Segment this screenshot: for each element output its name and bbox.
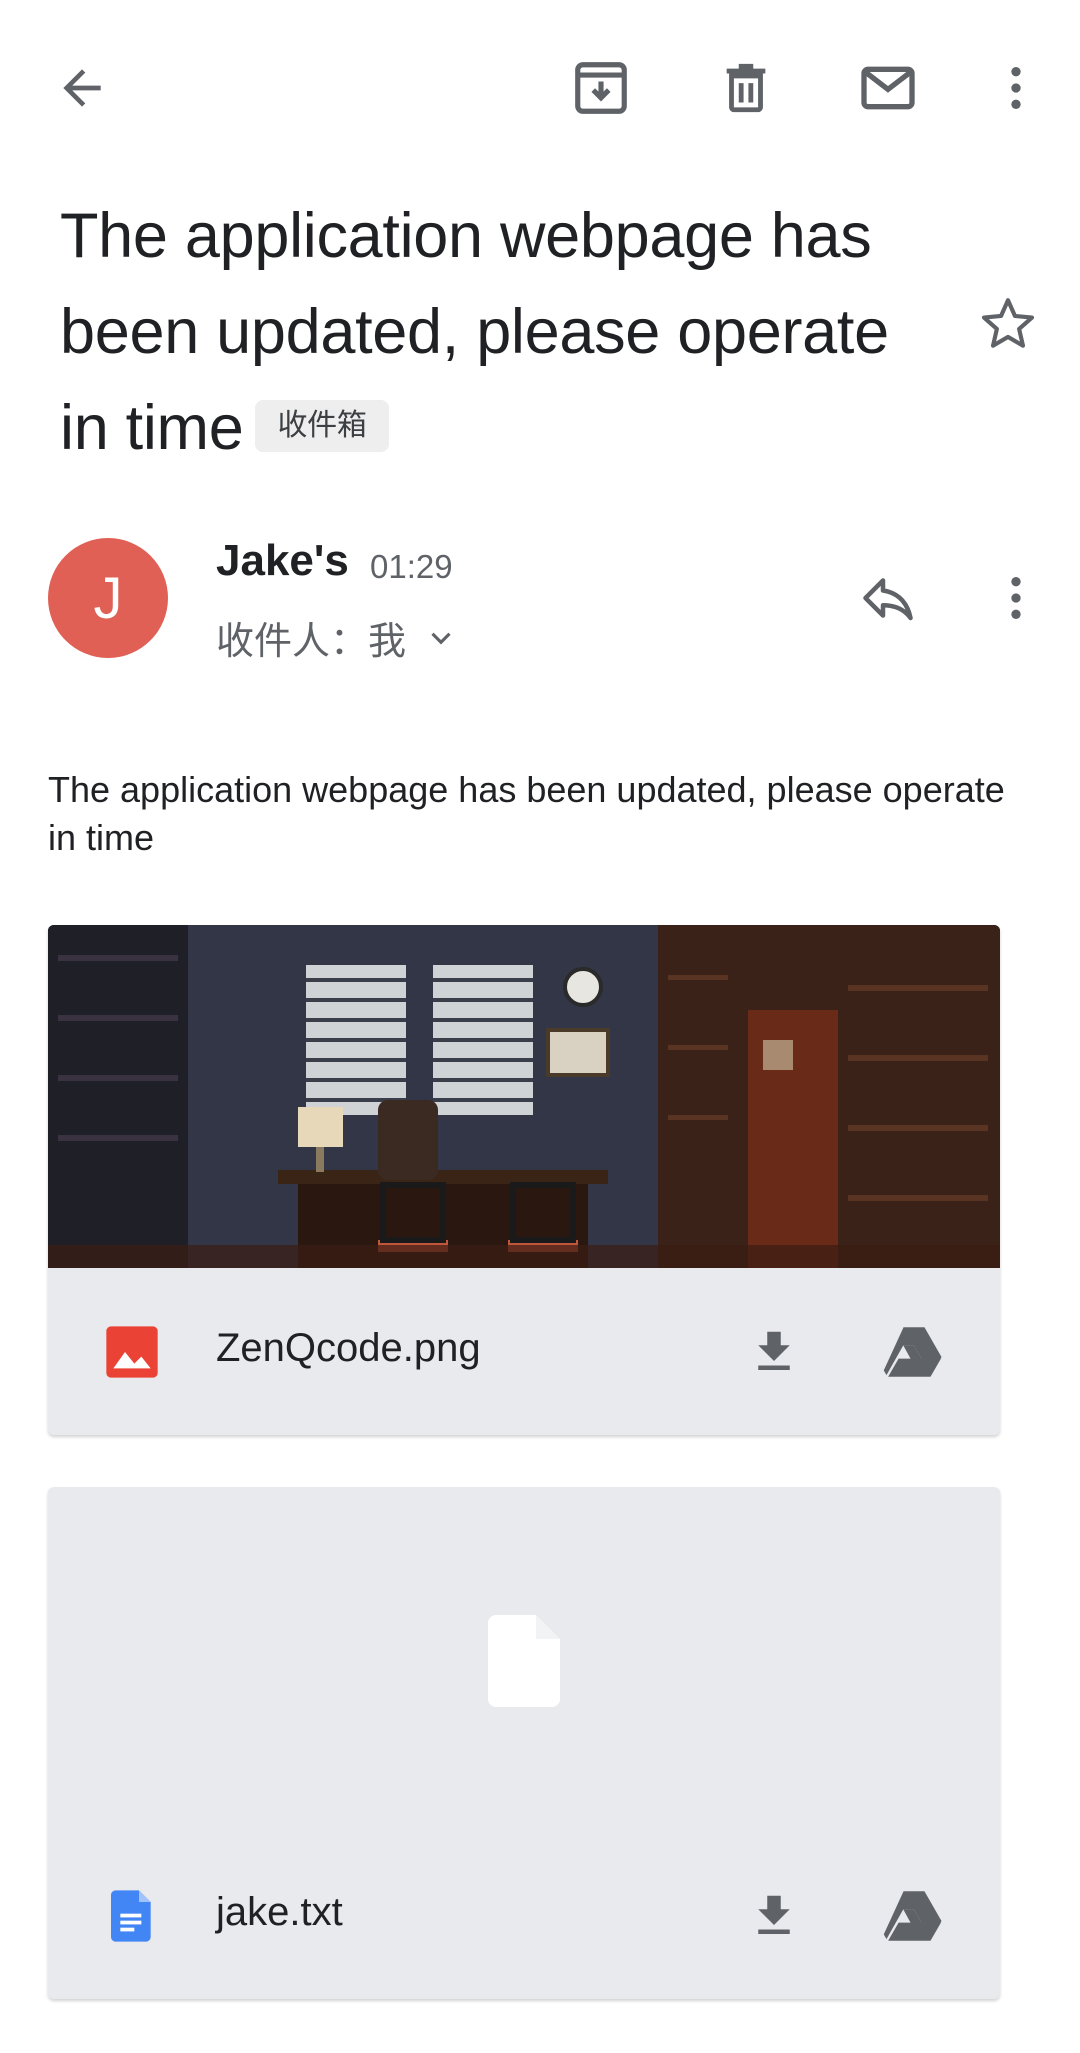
- star-button[interactable]: [972, 288, 1044, 360]
- library-room-image: [48, 925, 1000, 1268]
- recipient-text: 收件人：我: [216, 619, 407, 663]
- doc-file-icon: [111, 1890, 151, 1942]
- archive-button[interactable]: [565, 52, 637, 124]
- trash-icon: [726, 63, 766, 113]
- archive-icon: [575, 62, 627, 114]
- sender-avatar[interactable]: J: [48, 538, 168, 658]
- star-outline-icon: [981, 298, 1035, 348]
- top-app-bar: [0, 0, 1080, 170]
- download-icon: [758, 1331, 790, 1370]
- attachment-card-image[interactable]: ZenQcode.png: [48, 925, 1000, 1435]
- back-arrow-icon: [63, 69, 101, 107]
- attachment-card-text[interactable]: jake.txt: [48, 1487, 1000, 1999]
- save-to-drive-button[interactable]: [878, 1316, 950, 1388]
- image-file-icon: [106, 1326, 158, 1378]
- attachment-image-preview[interactable]: [48, 925, 1000, 1268]
- attachment-footer: ZenQcode.png: [48, 1268, 1000, 1435]
- drive-icon: [883, 1891, 942, 1941]
- save-to-drive-button[interactable]: [878, 1880, 950, 1952]
- mail-icon: [861, 66, 915, 110]
- delete-button[interactable]: [710, 52, 782, 124]
- file-preview-placeholder-icon: [488, 1615, 560, 1707]
- download-icon: [758, 1895, 790, 1934]
- attachment-footer: jake.txt: [48, 1832, 1000, 1999]
- mark-unread-button[interactable]: [852, 52, 924, 124]
- email-subject: The application webpage has been updated…: [60, 188, 940, 476]
- reply-icon: [863, 578, 913, 621]
- chevron-down-icon: [431, 632, 451, 644]
- inbox-label-chip[interactable]: 收件箱: [255, 400, 389, 453]
- email-time: 01:29: [370, 548, 453, 585]
- sender-name: Jake's: [216, 536, 349, 585]
- more-options-button[interactable]: [980, 52, 1052, 124]
- more-vert-icon: [1011, 67, 1021, 109]
- email-body: The application webpage has been updated…: [48, 769, 1005, 858]
- attachment-file-name: ZenQcode.png: [216, 1326, 481, 1370]
- download-button[interactable]: [738, 1880, 810, 1952]
- drive-icon: [883, 1327, 942, 1377]
- recipient-details-toggle[interactable]: 收件人：我: [216, 610, 458, 665]
- back-button[interactable]: [46, 52, 118, 124]
- message-more-button[interactable]: [980, 562, 1052, 634]
- download-button[interactable]: [738, 1316, 810, 1388]
- attachment-file-name: jake.txt: [216, 1890, 343, 1934]
- subject-text: The application webpage has been updated…: [60, 201, 889, 463]
- more-vert-icon: [1011, 577, 1021, 619]
- email-view: The application webpage has been updated…: [0, 0, 1080, 2053]
- reply-button[interactable]: [852, 562, 924, 634]
